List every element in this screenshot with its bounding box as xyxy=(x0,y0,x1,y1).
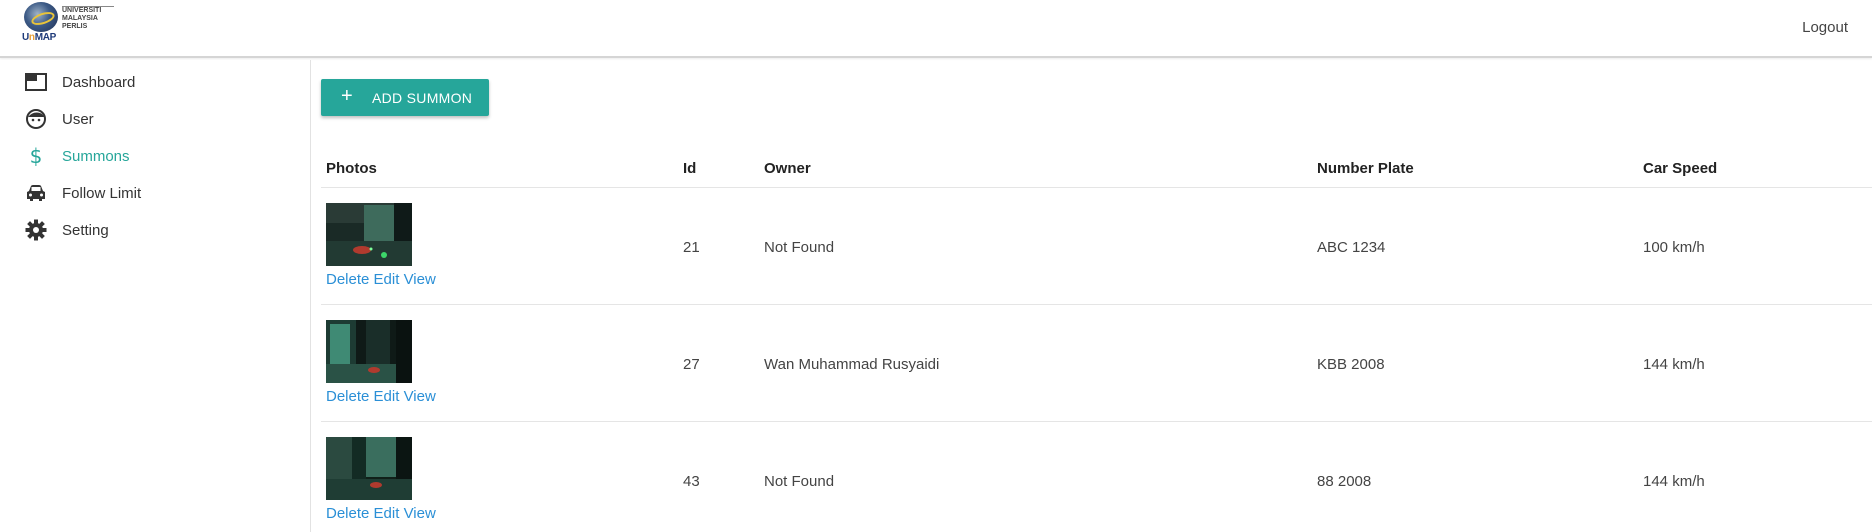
cell-car-speed: 144 km/h xyxy=(1643,356,1705,373)
car-icon xyxy=(24,181,48,205)
row-actions: Delete Edit View xyxy=(326,388,436,405)
table-header: Photos Id Owner Number Plate Car Speed xyxy=(321,150,1872,188)
column-header-id[interactable]: Id xyxy=(683,160,696,177)
cell-id: 27 xyxy=(683,356,700,373)
delete-link[interactable]: Delete xyxy=(326,271,369,288)
cell-number-plate: 88 2008 xyxy=(1317,473,1372,490)
edit-link[interactable]: Edit xyxy=(374,388,400,405)
cell-owner: Wan Muhammad Rusyaidi xyxy=(764,356,940,373)
cell-id: 21 xyxy=(683,239,700,256)
logo-wordmark: UnMAP xyxy=(22,32,57,43)
logout-link[interactable]: Logout xyxy=(1802,19,1848,36)
cell-number-plate: KBB 2008 xyxy=(1317,356,1385,373)
delete-link[interactable]: Delete xyxy=(326,505,369,522)
sidebar-item-label: Follow Limit xyxy=(62,184,142,202)
column-header-owner[interactable]: Owner xyxy=(764,160,811,177)
gear-icon xyxy=(24,218,48,242)
view-link[interactable]: View xyxy=(404,388,436,405)
logo-text: UNIVERSITI MALAYSIA PERLIS xyxy=(62,4,114,31)
cell-owner: Not Found xyxy=(764,473,835,490)
row-actions: Delete Edit View xyxy=(326,505,436,522)
sidebar-item-label: Summons xyxy=(62,147,130,165)
sidebar-item-label: Dashboard xyxy=(62,73,136,91)
cell-number-plate: ABC 1234 xyxy=(1317,239,1386,256)
main-content: + ADD SUMMON Photos Id Owner Number Plat… xyxy=(312,60,1872,532)
table-row: Delete Edit View 43 Not Found 88 2008 14… xyxy=(321,422,1872,532)
university-seal-icon xyxy=(24,2,58,32)
row-actions: Delete Edit View xyxy=(326,271,436,288)
edit-link[interactable]: Edit xyxy=(374,271,400,288)
column-header-photos[interactable]: Photos xyxy=(326,160,377,177)
dollar-icon: $ xyxy=(29,144,43,168)
summon-photo[interactable] xyxy=(326,320,412,383)
delete-link[interactable]: Delete xyxy=(326,388,369,405)
view-link[interactable]: View xyxy=(404,505,436,522)
cell-car-speed: 100 km/h xyxy=(1643,239,1705,256)
table-row: Delete Edit View 21 Not Found ABC 1234 1… xyxy=(321,188,1872,305)
top-bar: UNIVERSITI MALAYSIA PERLIS UnMAP Logout xyxy=(0,0,1872,58)
sidebar-item-label: Setting xyxy=(62,221,109,239)
add-summon-label: ADD SUMMON xyxy=(372,90,473,106)
edit-link[interactable]: Edit xyxy=(374,505,400,522)
dashboard-icon xyxy=(24,70,48,94)
sidebar-item-setting[interactable]: Setting xyxy=(0,208,310,252)
summon-photo[interactable] xyxy=(326,203,412,266)
plus-icon: + xyxy=(341,85,353,107)
summons-table: Photos Id Owner Number Plate Car Speed D… xyxy=(321,150,1872,532)
view-link[interactable]: View xyxy=(404,271,436,288)
table-row: Delete Edit View 27 Wan Muhammad Rusyaid… xyxy=(321,305,1872,422)
face-icon xyxy=(24,107,48,131)
cell-id: 43 xyxy=(683,473,700,490)
cell-owner: Not Found xyxy=(764,239,835,256)
column-header-number-plate[interactable]: Number Plate xyxy=(1317,160,1414,177)
summon-photo[interactable] xyxy=(326,437,412,500)
cell-car-speed: 144 km/h xyxy=(1643,473,1705,490)
column-header-car-speed[interactable]: Car Speed xyxy=(1643,160,1717,177)
add-summon-button[interactable]: + ADD SUMMON xyxy=(321,79,489,116)
sidebar-item-label: User xyxy=(62,110,94,128)
sidebar: Dashboard User $ Summons Follow Limit Se… xyxy=(0,60,311,532)
university-logo[interactable]: UNIVERSITI MALAYSIA PERLIS UnMAP xyxy=(22,2,122,46)
